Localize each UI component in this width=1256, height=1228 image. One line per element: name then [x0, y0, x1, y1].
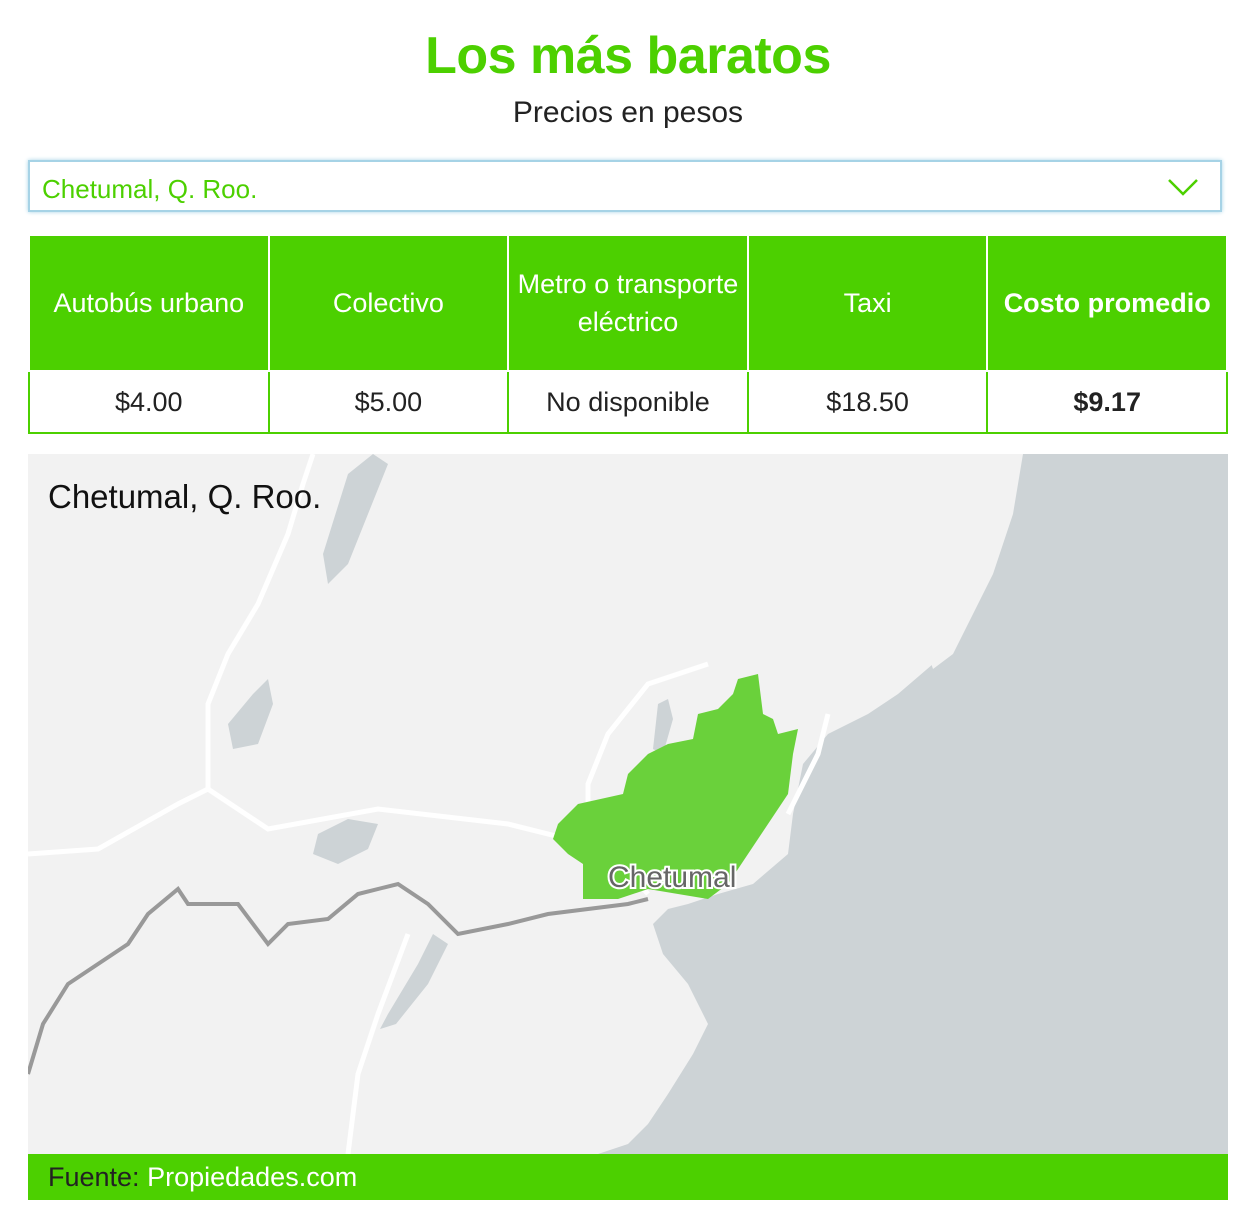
map-city-label: Chetumal	[608, 861, 736, 894]
map-title: Chetumal, Q. Roo.	[48, 478, 322, 515]
column-header: Metro o transporte eléctrico	[507, 234, 749, 372]
city-select-value: Chetumal, Q. Roo.	[42, 174, 258, 204]
lagoon	[228, 679, 273, 749]
table-cell: No disponible	[507, 370, 749, 434]
source-label: Fuente:	[48, 1162, 140, 1192]
page-subtitle: Precios en pesos	[512, 96, 744, 129]
source-link[interactable]: Propiedades.com	[147, 1162, 357, 1192]
page-title: Los más baratos	[425, 27, 831, 85]
state-border	[28, 881, 649, 1075]
table-row: $4.00 $5.00 No disponible $18.50 $9.17	[28, 370, 1228, 434]
city-select[interactable]: Chetumal, Q. Roo.	[28, 160, 1222, 212]
source-bar: Fuente: Propiedades.com	[28, 1154, 1228, 1200]
lagoon	[313, 819, 378, 864]
column-header: Costo promedio	[986, 234, 1228, 372]
table-cell: $9.17	[986, 370, 1228, 434]
table-header-row: Autobús urbano Colectivo Metro o transpo…	[28, 234, 1228, 372]
chevron-down-icon	[1168, 179, 1198, 196]
table-cell: $4.00	[28, 370, 270, 434]
table-cell: $5.00	[267, 370, 510, 434]
column-header: Colectivo	[267, 234, 510, 372]
price-table: Autobús urbano Colectivo Metro o transpo…	[28, 234, 1228, 434]
map[interactable]: Chetumal Chetumal, Q. Roo.	[28, 454, 1228, 1154]
map-canvas: Chetumal	[28, 454, 1228, 1154]
table-cell: $18.50	[746, 370, 989, 434]
lagoon	[323, 454, 388, 584]
column-header: Taxi	[746, 234, 989, 372]
column-header: Autobús urbano	[28, 234, 270, 372]
